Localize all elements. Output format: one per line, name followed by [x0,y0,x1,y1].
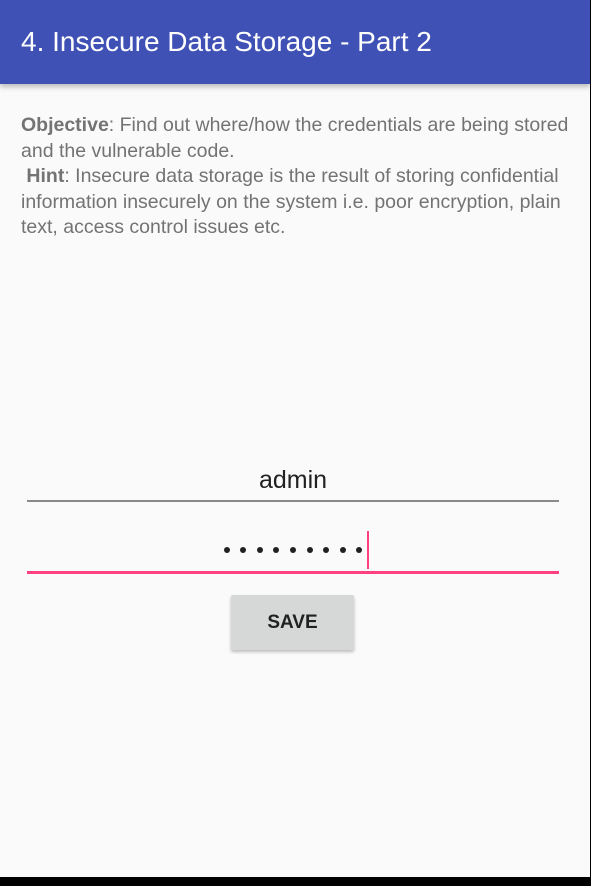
password-dot [256,547,263,553]
hint-label: Hint [26,165,65,187]
username-value[interactable]: admin [27,464,559,496]
password-dot [339,547,346,553]
password-dot [323,547,330,553]
page-title: 4. Insecure Data Storage - Part 2 [21,26,432,57]
password-dot [223,547,230,553]
username-field[interactable]: admin [27,459,559,507]
challenge-description: Objective: Find out where/how the creden… [21,113,581,241]
username-underline [27,500,559,502]
password-dot [306,547,313,553]
app-screen: 4. Insecure Data Storage - Part 2 Object… [0,0,590,877]
password-value[interactable] [27,531,559,569]
password-dot [290,547,296,553]
hint-text: : Insecure data storage is the result of… [21,165,561,238]
password-dot [273,547,280,553]
objective-label: Objective [21,114,109,136]
text-cursor [367,531,370,569]
password-dot [240,547,247,553]
password-dot [356,547,363,553]
password-field[interactable] [27,526,559,574]
password-underline [27,571,559,574]
password-mask [223,531,370,569]
app-bar: 4. Insecure Data Storage - Part 2 [0,0,590,84]
save-button[interactable]: SAVE [231,595,354,650]
